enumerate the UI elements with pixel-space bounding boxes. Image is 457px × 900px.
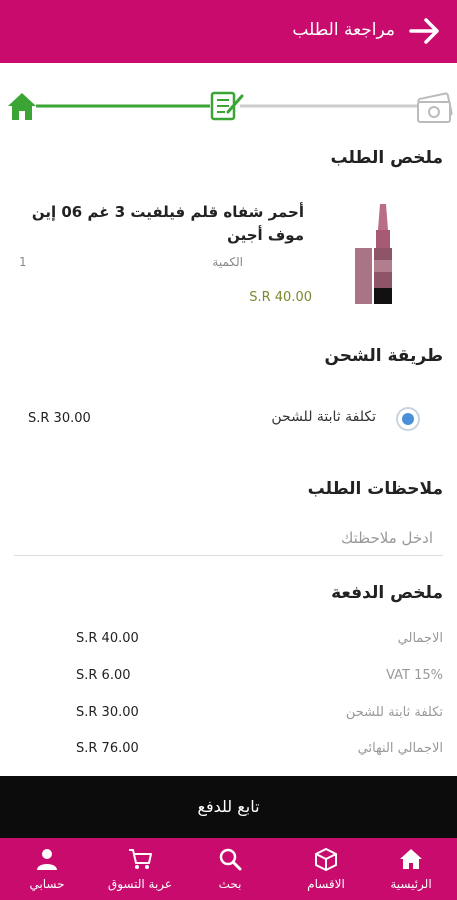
top-app-bar: مراجعة الطلب (0, 0, 457, 63)
quantity-label: الكمية (212, 255, 243, 269)
summary-value: S.R 6.00 (76, 668, 131, 683)
checklist-icon (210, 91, 244, 121)
shipping-option-label[interactable]: تكلفة ثابتة للشحن (271, 409, 376, 425)
summary-label: الاجمالي (397, 631, 443, 646)
nav-item-account[interactable]: حسابي (22, 838, 72, 900)
summary-row-total: الاجمالي النهائي S.R 76.00 (0, 741, 457, 763)
radio-selected-dot (402, 413, 414, 425)
search-icon (219, 848, 242, 871)
nav-label: بحث (218, 877, 242, 891)
summary-value: S.R 30.00 (76, 705, 139, 720)
nav-label: حسابي (29, 877, 65, 891)
product-price: S.R 40.00 (249, 290, 312, 305)
categories-cube-icon (315, 847, 337, 871)
nav-item-categories[interactable]: الاقسام (296, 838, 356, 900)
nav-label: الرئيسية (390, 877, 432, 891)
summary-row-subtotal: الاجمالي S.R 40.00 (0, 631, 457, 653)
checkout-progress (8, 91, 453, 123)
payment-summary-title: ملخص الدفعة (331, 583, 443, 603)
shipping-option-price: S.R 30.00 (28, 411, 91, 426)
summary-row-vat: VAT 15% S.R 6.00 (0, 668, 457, 690)
nav-item-search[interactable]: بحث (206, 838, 254, 900)
order-summary-title: ملخص الطلب (330, 148, 443, 168)
summary-label: VAT 15% (386, 668, 443, 683)
arrow-right-icon[interactable] (407, 13, 443, 49)
continue-to-payment-button[interactable]: تابع للدفع (0, 776, 457, 838)
summary-value: S.R 76.00 (76, 741, 139, 756)
shipping-title: طريقة الشحن (324, 346, 444, 366)
shipping-option-radio[interactable] (396, 407, 420, 431)
shopping-cart-icon (129, 849, 152, 869)
order-notes-input[interactable] (14, 520, 443, 556)
nav-label: الاقسام (307, 877, 345, 891)
page-title: مراجعة الطلب (292, 20, 395, 40)
nav-label: عربة التسوق (107, 877, 173, 891)
quantity-value: 1 (19, 255, 27, 269)
home-icon (8, 93, 36, 120)
payment-icon (417, 92, 453, 123)
nav-item-home[interactable]: الرئيسية (376, 838, 446, 900)
nav-item-cart[interactable]: عربة التسوق (96, 838, 184, 900)
summary-label: الاجمالي النهائي (357, 741, 443, 756)
order-notes-title: ملاحظات الطلب (307, 479, 443, 499)
lipstick-pencil-image[interactable] (352, 200, 402, 308)
bottom-navigation: الرئيسية الاقسام بحث عربة التسوق حسابي (0, 838, 457, 900)
user-icon (37, 849, 57, 870)
summary-value: S.R 40.00 (76, 631, 139, 646)
home-icon (400, 849, 422, 869)
product-name[interactable]: أحمر شفاه قلم فيلفيت 3 غم 06 إين موف أجي… (24, 201, 304, 247)
summary-row-shipping: تكلفة ثابتة للشحن S.R 30.00 (0, 705, 457, 727)
summary-label: تكلفة ثابتة للشحن (345, 705, 443, 720)
